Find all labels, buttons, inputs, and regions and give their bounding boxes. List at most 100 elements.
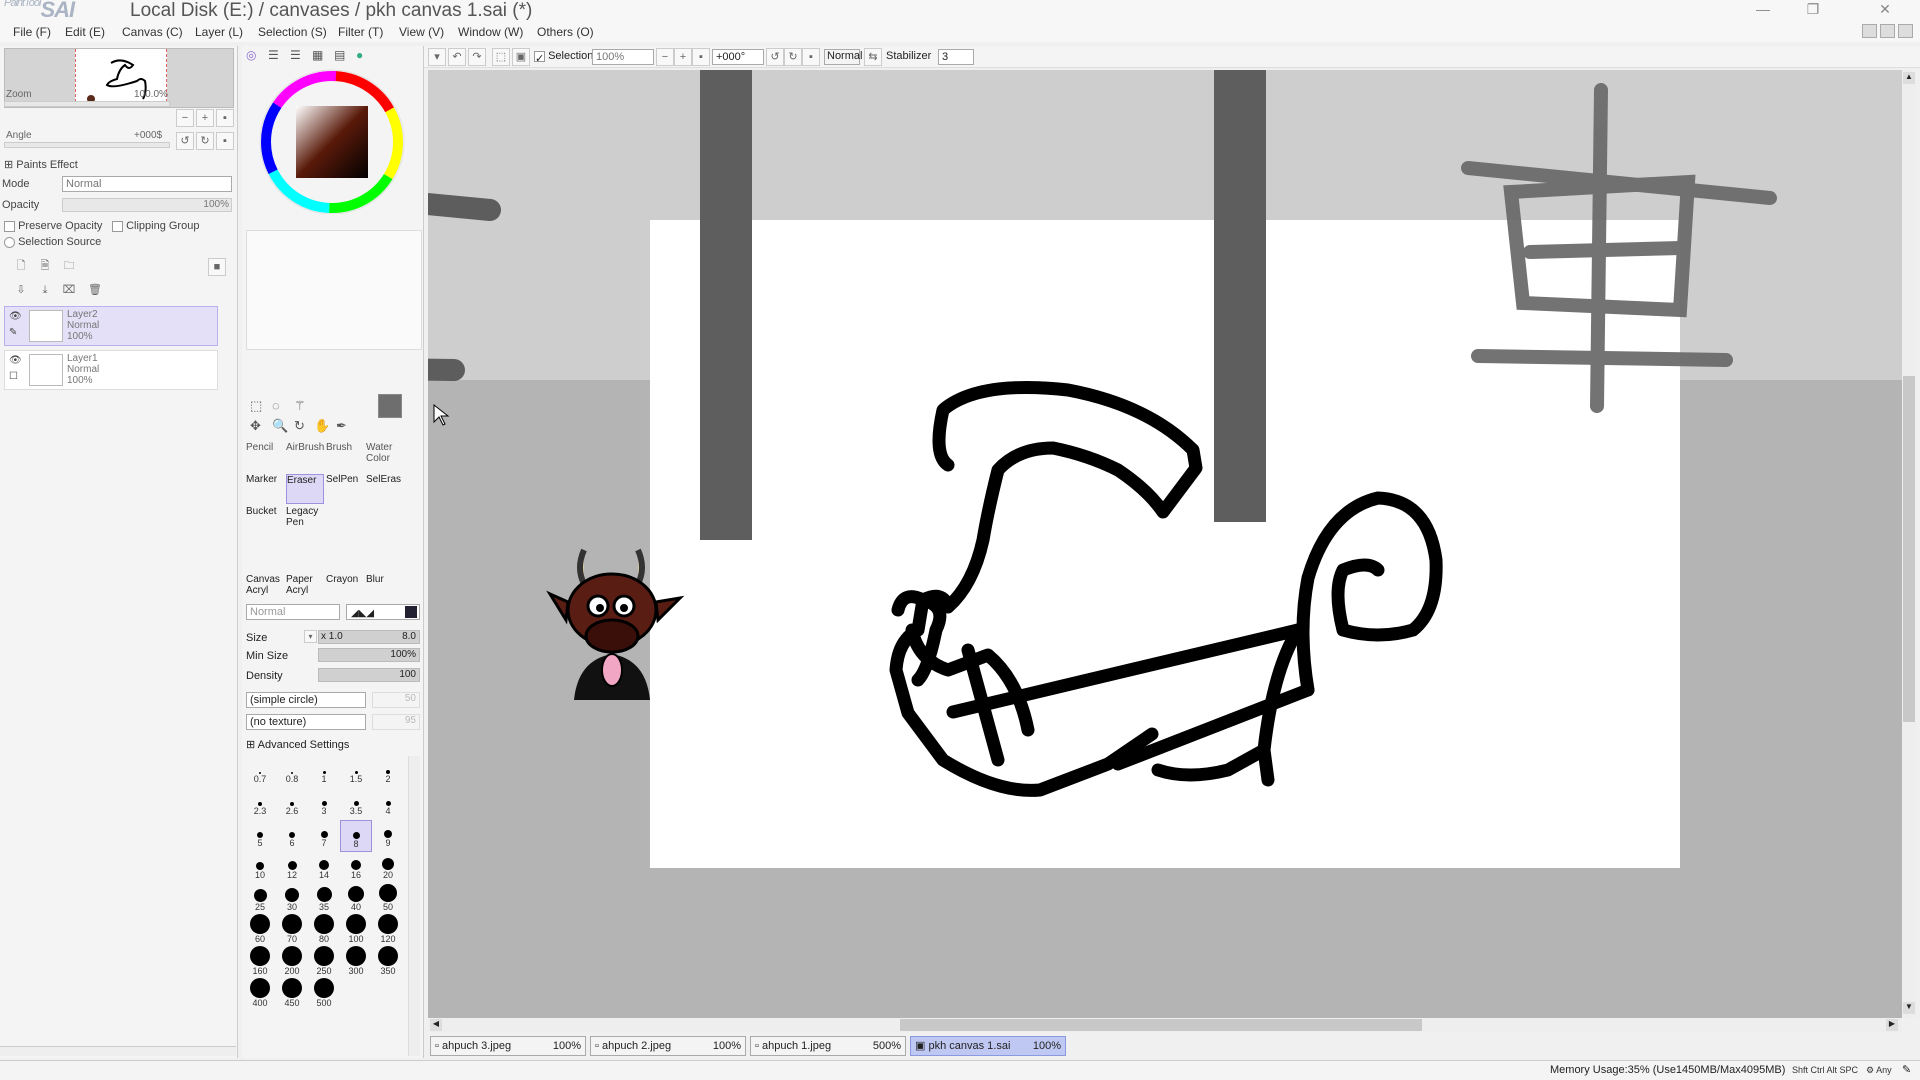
tool-bucket[interactable]: Bucket (246, 506, 284, 536)
move-icon[interactable]: ✥ (250, 418, 261, 434)
preserve-opacity-checkbox[interactable]: Preserve Opacity (4, 220, 102, 232)
hsv-slider-mode-icon[interactable]: ☰ (290, 48, 301, 62)
zoom-in-button[interactable]: + (196, 109, 214, 127)
vertical-scrollbar[interactable]: ▲ ▼ (1902, 70, 1916, 1018)
selection-toggle[interactable]: ✓ Selection (534, 50, 593, 65)
menu-filter[interactable]: Filter (T) (338, 25, 383, 39)
menu-view[interactable]: View (V) (399, 25, 444, 39)
merge-down-icon[interactable]: ⤓ (36, 282, 54, 300)
redo-icon[interactable]: ↷ (468, 48, 486, 66)
brush-size-preset[interactable]: 6 (276, 820, 308, 852)
brush-size-preset[interactable]: 2 (372, 756, 404, 788)
layer-row-layer2[interactable]: 👁 ✎ Layer2 Normal 100% (4, 306, 218, 346)
tool-marker[interactable]: Marker (246, 474, 284, 504)
zoom-icon[interactable]: 🔍 (272, 418, 288, 434)
size-link-icon[interactable]: ▾ (304, 630, 317, 643)
clipping-group-checkbox[interactable]: Clipping Group (112, 220, 199, 232)
menu-selection[interactable]: Selection (S) (258, 25, 327, 39)
rotation-dropdown[interactable]: +000° (712, 49, 764, 65)
zoom-slider[interactable] (4, 101, 170, 107)
brush-size-preset[interactable]: 2.3 (244, 788, 276, 820)
mdi-restore-button[interactable] (1880, 24, 1895, 38)
paints-effect-header[interactable]: ⊞ Paints Effect (4, 158, 78, 171)
brush-size-preset[interactable]: 60 (244, 914, 276, 948)
brush-size-preset[interactable]: 50 (372, 884, 404, 916)
invert-selection-icon[interactable]: ▣ (512, 48, 530, 66)
scroll-right-icon[interactable]: ▶ (1886, 1019, 1898, 1031)
tool-airbrush[interactable]: AirBrush (286, 442, 324, 472)
scroll-left-icon[interactable]: ◀ (430, 1019, 442, 1031)
menu-window[interactable]: Window (W) (458, 25, 523, 39)
mdi-minimize-button[interactable] (1862, 24, 1877, 38)
brush-size-preset[interactable]: 10 (244, 852, 276, 884)
brush-shape-value[interactable]: 50 (372, 692, 420, 708)
brush-size-preset[interactable]: 8 (340, 820, 372, 852)
delete-layer-icon[interactable]: 🗑 (86, 282, 104, 300)
doc-tab-pkh-canvas-1[interactable]: ▣ pkh canvas 1.sai 100% (910, 1036, 1066, 1056)
undo-icon[interactable]: ↶ (448, 48, 466, 66)
restore-button[interactable]: ❐ (1790, 0, 1836, 20)
brush-size-preset[interactable]: 14 (308, 852, 340, 884)
flip-horizontal-icon[interactable]: ⇆ (864, 48, 882, 66)
menu-edit[interactable]: Edit (E) (65, 25, 105, 39)
hand-icon[interactable]: ✋ (314, 418, 330, 434)
brush-size-preset[interactable]: 3.5 (340, 788, 372, 820)
advanced-settings-header[interactable]: ⊞ Advanced Settings (246, 738, 349, 751)
brush-size-preset[interactable]: 500 (308, 978, 340, 1012)
rect-select-icon[interactable]: ⬚ (250, 398, 262, 414)
transfer-down-icon[interactable]: ⇩ (12, 282, 30, 300)
stabilizer-dropdown[interactable]: 3 (938, 49, 974, 65)
tool-eraser[interactable]: Eraser (286, 474, 324, 504)
blend-mode-selector[interactable]: Normal (824, 49, 862, 65)
brush-size-preset[interactable]: 100 (340, 914, 372, 948)
brush-size-preset[interactable]: 80 (308, 914, 340, 948)
brush-grid-scrollbar[interactable] (408, 756, 420, 1056)
scroll-up-icon[interactable]: ▲ (1903, 72, 1915, 84)
navigator-preview[interactable] (4, 48, 234, 108)
eye-icon[interactable]: 👁 (9, 355, 24, 369)
minimize-button[interactable]: — (1740, 0, 1786, 20)
brush-size-preset[interactable]: 30 (276, 884, 308, 916)
rotate-right-button[interactable]: ↻ (196, 132, 214, 150)
brush-size-preset[interactable]: 200 (276, 946, 308, 980)
tool-paper-acryl[interactable]: Paper Acryl (286, 574, 324, 604)
lasso-icon[interactable]: ◌ (272, 398, 280, 413)
rotate-right-icon[interactable]: ↻ (784, 48, 802, 66)
rotate-icon[interactable]: ↻ (294, 418, 305, 434)
tool-seleras[interactable]: SelEras (366, 474, 404, 504)
brush-size-preset[interactable]: 1.5 (340, 756, 372, 788)
tool-crayon[interactable]: Crayon (326, 574, 364, 604)
brush-size-preset[interactable]: 350 (372, 946, 404, 980)
eye-icon[interactable]: 👁 (9, 311, 24, 325)
color-wheel-mode-icon[interactable]: ◎ (246, 48, 256, 62)
brush-blend-dropdown[interactable]: Normal (246, 604, 340, 620)
foreground-color-swatch[interactable] (378, 394, 402, 418)
scratch-area[interactable] (246, 230, 422, 350)
size-slider[interactable]: x 1.0 8.0 (318, 630, 420, 644)
mode-dropdown[interactable]: Normal (62, 176, 232, 192)
rotate-left-button[interactable]: ↺ (176, 132, 194, 150)
user-swatch-icon[interactable]: ● (356, 48, 363, 62)
brush-size-preset[interactable]: 40 (340, 884, 372, 916)
brush-size-preset[interactable]: 0.7 (244, 756, 276, 788)
brush-size-preset[interactable]: 0.8 (276, 756, 308, 788)
toolbar-menu-icon[interactable]: ▾ (428, 48, 446, 66)
brush-size-preset[interactable]: 2.6 (276, 788, 308, 820)
zoom-reset-button[interactable]: ▪ (216, 109, 234, 127)
rotate-reset-icon[interactable]: ▪ (802, 48, 820, 66)
opacity-slider[interactable]: 100% (62, 198, 232, 212)
color-wheel[interactable] (252, 54, 412, 214)
min-size-slider[interactable]: 100% (318, 648, 420, 662)
close-button[interactable]: ✕ (1862, 0, 1908, 20)
pen-lock-icon[interactable]: ☐ (9, 371, 24, 385)
brush-shape-dropdown[interactable]: (simple circle) (246, 692, 366, 708)
zoom-out-button[interactable]: − (176, 109, 194, 127)
menu-layer[interactable]: Layer (L) (195, 25, 243, 39)
layer-row-layer1[interactable]: 👁 ☐ Layer1 Normal 100% (4, 350, 218, 390)
brush-size-preset[interactable]: 16 (340, 852, 372, 884)
menu-file[interactable]: File (F) (13, 25, 51, 39)
swatches-mode-icon[interactable]: ▦ (312, 48, 323, 62)
vertical-scroll-thumb[interactable] (1903, 376, 1915, 722)
brush-size-preset[interactable]: 3 (308, 788, 340, 820)
brush-size-preset[interactable]: 5 (244, 820, 276, 852)
